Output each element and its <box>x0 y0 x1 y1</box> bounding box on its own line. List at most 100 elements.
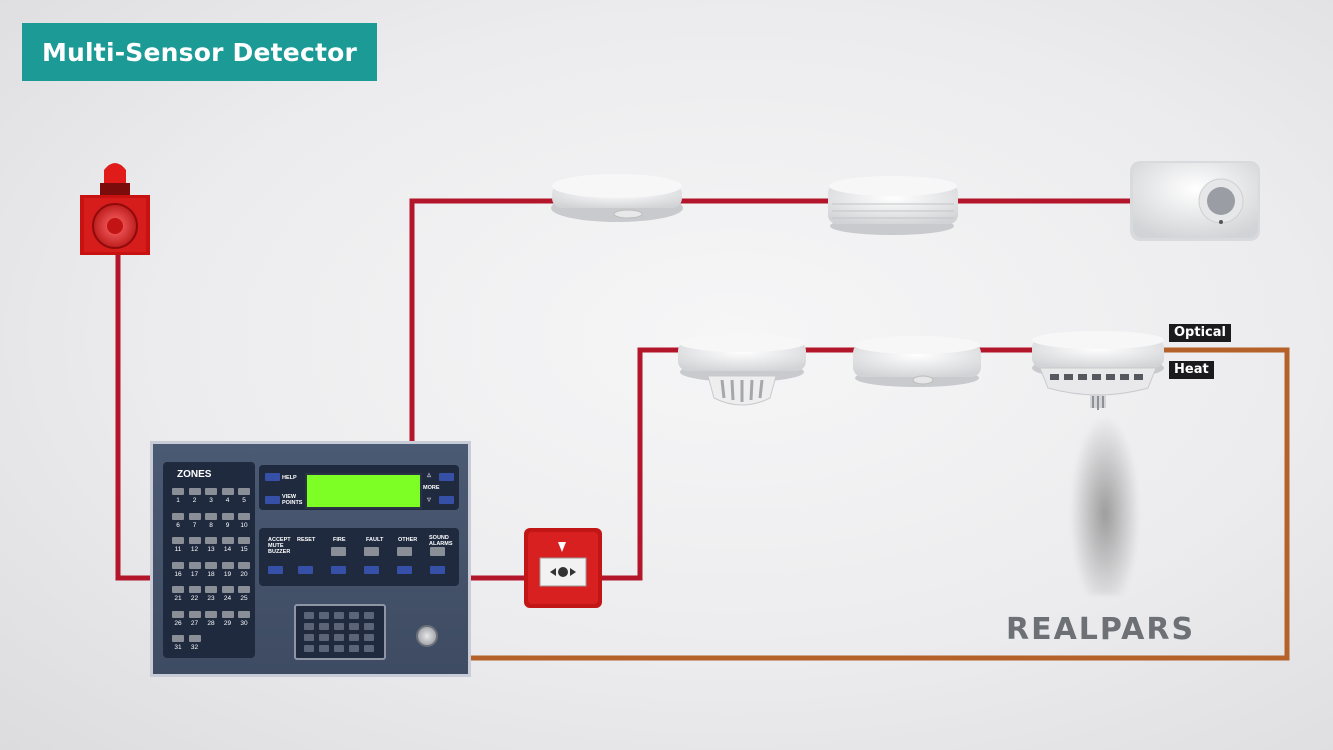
zone-led <box>172 512 184 520</box>
zone-indicator: 15 <box>238 537 250 555</box>
keypad-key[interactable] <box>304 645 314 652</box>
smoke-detector-middle-icon <box>853 336 981 387</box>
fault-button[interactable] <box>364 547 379 556</box>
zone-indicator: 24 <box>221 586 234 604</box>
control-label: FAULT <box>366 537 384 543</box>
scroll-down-icon: ▿ <box>427 495 432 504</box>
keypad-key[interactable] <box>319 623 329 630</box>
zone-led <box>188 610 201 618</box>
sounder-beacon-icon <box>80 163 150 255</box>
zone-number: 23 <box>207 595 215 602</box>
zone-led <box>238 512 250 520</box>
zone-indicator: 13 <box>205 537 217 555</box>
keypad-key[interactable] <box>364 645 374 652</box>
zone-indicator: 8 <box>205 512 217 531</box>
keypad-key[interactable] <box>304 612 314 619</box>
zone-indicator: 28 <box>205 610 217 629</box>
zone-led <box>221 610 234 618</box>
key-switch[interactable] <box>416 625 438 647</box>
keypad-key[interactable] <box>334 645 344 652</box>
zone-led <box>205 586 217 593</box>
other-button[interactable] <box>397 547 412 556</box>
zone-indicator: 11 <box>172 537 184 555</box>
zone-indicator: 10 <box>238 512 250 531</box>
zone-number: 26 <box>174 619 182 627</box>
scroll-up-button[interactable] <box>439 473 454 481</box>
help-button[interactable] <box>265 473 280 481</box>
smoke-detector-top-1-icon <box>551 174 683 222</box>
zone-indicator: 7 <box>188 512 201 531</box>
keypad-key[interactable] <box>349 612 359 619</box>
keypad-key[interactable] <box>334 612 344 619</box>
zone-led <box>205 537 217 544</box>
zone-indicator: 30 <box>238 610 250 629</box>
smoke-cloud <box>1070 415 1140 595</box>
keypad-key[interactable] <box>319 645 329 652</box>
keypad-key[interactable] <box>349 634 359 641</box>
keypad-key[interactable] <box>319 612 329 619</box>
keypad-key[interactable] <box>304 623 314 630</box>
zone-number: 20 <box>240 570 248 578</box>
zone-indicator: 5 <box>238 488 250 506</box>
zone-indicator: 4 <box>221 488 234 506</box>
zone-number: 21 <box>174 595 182 602</box>
zone-led <box>188 512 201 520</box>
zone-number: 8 <box>209 521 213 529</box>
lcd-display <box>305 473 422 509</box>
zone-number: 4 <box>225 497 230 504</box>
accept-mute-buzzer-button[interactable] <box>268 566 283 574</box>
zone-number: 28 <box>207 619 215 627</box>
sound-alarms-indicator[interactable] <box>430 547 445 556</box>
heat-detector-icon <box>678 334 806 406</box>
zone-led <box>172 610 184 618</box>
zone-number: 17 <box>190 570 199 578</box>
fault-control-button[interactable] <box>364 566 379 574</box>
manual-call-point-icon <box>524 528 602 608</box>
title-banner: Multi-Sensor Detector <box>22 23 377 81</box>
zone-number: 11 <box>174 546 182 553</box>
keypad-key[interactable] <box>349 645 359 652</box>
zone-indicator: 17 <box>188 561 201 580</box>
zone-number: 3 <box>209 497 213 504</box>
zone-led <box>238 488 250 495</box>
other-control-button[interactable] <box>397 566 412 574</box>
zones-section: ZONES 1 2 3 4 5 6 7 8 9 10 11 12 13 14 15 16 17 18 19 20 21 2… <box>163 462 255 658</box>
keypad-key[interactable] <box>364 623 374 630</box>
control-label: SOUND ALARMS <box>429 535 453 547</box>
keypad-key[interactable] <box>349 623 359 630</box>
scroll-up-icon: ▵ <box>427 470 432 479</box>
keypad-key[interactable] <box>364 612 374 619</box>
zone-number: 12 <box>190 546 199 553</box>
zone-indicator: 19 <box>221 561 234 580</box>
control-label: ACCEPT MUTE BUZZER <box>268 537 291 555</box>
zone-indicator: 14 <box>221 537 234 555</box>
zone-led <box>221 488 234 495</box>
zone-led <box>188 586 201 593</box>
fire-control-button[interactable] <box>331 566 346 574</box>
keypad-key[interactable] <box>364 634 374 641</box>
fire-button[interactable] <box>331 547 346 556</box>
keypad-key[interactable] <box>319 634 329 641</box>
zone-led <box>221 561 234 569</box>
reset-button[interactable] <box>298 566 313 574</box>
zone-indicator: 31 <box>172 635 184 653</box>
zone-number: 32 <box>190 644 199 651</box>
sound-alarms-button[interactable] <box>430 566 445 574</box>
view-points-button[interactable] <box>265 496 280 504</box>
keypad[interactable] <box>294 604 386 660</box>
zone-number: 10 <box>240 521 248 529</box>
zone-led <box>188 635 201 642</box>
keypad-key[interactable] <box>304 634 314 641</box>
scroll-down-button[interactable] <box>439 496 454 504</box>
keypad-key[interactable] <box>334 623 344 630</box>
keypad-key[interactable] <box>334 634 344 641</box>
zone-indicator: 25 <box>238 586 250 604</box>
zone-led <box>221 512 234 520</box>
zone-indicator: 3 <box>205 488 217 506</box>
zone-led <box>238 537 250 544</box>
wire-sounder <box>115 250 152 581</box>
zone-led <box>205 561 217 569</box>
zone-indicator: 29 <box>221 610 234 629</box>
smoke-detector-top-2-icon <box>828 176 958 235</box>
zone-indicator: 32 <box>188 635 201 653</box>
